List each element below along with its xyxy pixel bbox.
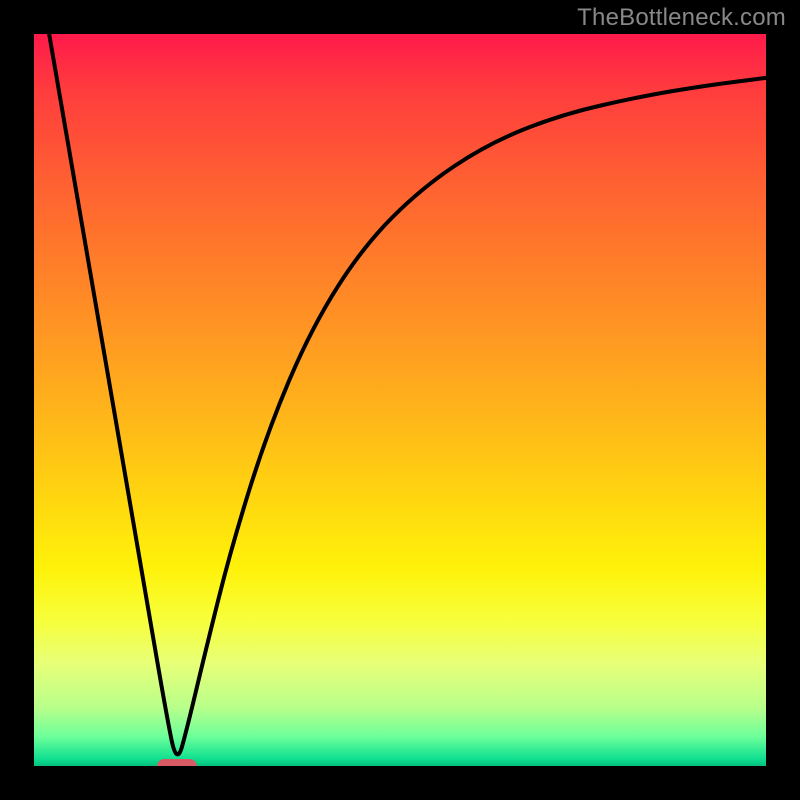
mismatch-curve-path	[34, 34, 766, 754]
plot-area	[34, 34, 766, 766]
watermark-text: TheBottleneck.com	[577, 4, 786, 32]
curve-layer	[34, 34, 766, 766]
optimal-marker	[157, 759, 197, 767]
